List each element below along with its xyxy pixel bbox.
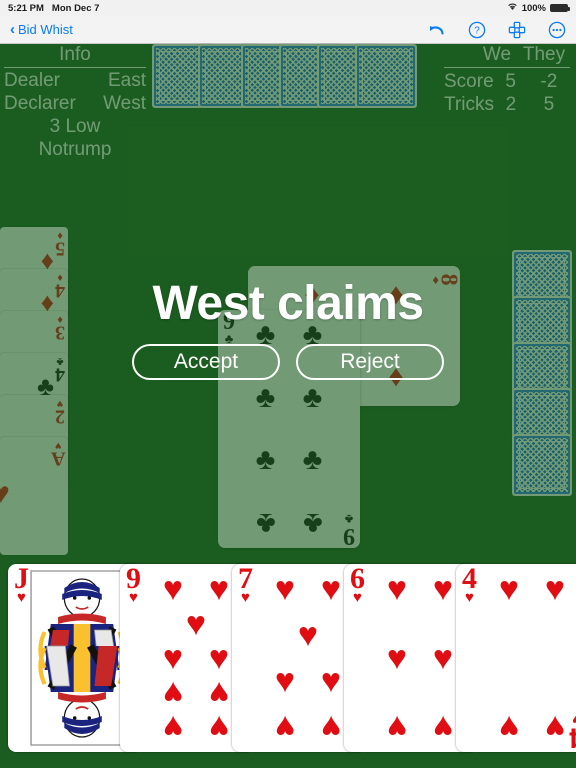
jack-figure xyxy=(30,570,134,746)
score-col-they: They xyxy=(522,44,566,65)
card-suit: ♥ xyxy=(17,589,26,607)
player-card[interactable]: 4 ♥ 4 ♥ ♥♥ ♥♥ xyxy=(456,564,576,752)
info-panel-title: Info xyxy=(59,44,91,65)
card-rank: 5 xyxy=(55,237,65,260)
card-rank: 4 xyxy=(462,564,477,595)
score-header-spacer xyxy=(422,44,476,66)
card-suit: ♥ xyxy=(465,589,474,607)
west-card: A ♥ ♥ xyxy=(0,437,68,555)
card-rank: 2 xyxy=(55,405,65,428)
card-suit: ♦ xyxy=(57,229,63,241)
card-corner: 9 ♥ xyxy=(126,564,141,607)
score-col-we: We xyxy=(482,44,512,65)
status-date: Mon Dec 7 xyxy=(51,2,100,14)
info-row-dealer: Dealer East xyxy=(0,69,150,92)
accept-button[interactable]: Accept xyxy=(132,344,280,380)
score-panel: We They Score 5 -2 Tricks 2 5 xyxy=(422,44,570,116)
card-back xyxy=(512,434,572,496)
tricks-we-value: 2 xyxy=(505,94,517,115)
score-we-value: 5 xyxy=(505,71,516,92)
back-button-label: Bid Whist xyxy=(18,22,73,37)
bid-whist-app: 5:21 PM Mon Dec 7 100% ‹ Bid Whist ? Inf… xyxy=(0,0,576,768)
card-corner: A ♥ xyxy=(50,439,65,470)
ios-status-bar: 5:21 PM Mon Dec 7 100% xyxy=(0,0,576,16)
wifi-icon xyxy=(507,2,518,14)
card-rank: 6 xyxy=(350,564,365,595)
claim-dialog-buttons: Accept Reject xyxy=(132,344,444,380)
status-right-cluster: 100% xyxy=(507,2,570,14)
contract-line-2: Notrump xyxy=(38,139,112,160)
card-corner: 6 ♥ xyxy=(350,564,365,607)
card-pips: ♥ ♥ ♥ ♥ xyxy=(498,570,566,746)
score-row-score: Score 5 -2 xyxy=(422,70,570,93)
reject-button[interactable]: Reject xyxy=(296,344,444,380)
dealer-value: East xyxy=(107,70,146,91)
score-row-label: Score xyxy=(444,71,494,92)
declarer-label: Declarer xyxy=(4,93,76,114)
back-button[interactable]: ‹ Bid Whist xyxy=(10,22,73,37)
game-table: Info Dealer East Declarer West 3 Low Not… xyxy=(0,44,576,768)
declarer-value: West xyxy=(103,93,146,114)
card-corner: 4 ♥ xyxy=(462,564,477,607)
contract-line-1: 3 Low xyxy=(49,116,101,137)
claim-dialog-title: West claims xyxy=(152,277,424,330)
info-row-declarer: Declarer West xyxy=(0,92,150,115)
card-suit: ♥ xyxy=(353,589,362,607)
score-row-tricks: Tricks 2 5 xyxy=(422,93,570,116)
card-corner: 2 ♥ xyxy=(55,397,65,428)
info-panel-divider xyxy=(4,67,146,68)
status-time: 5:21 PM xyxy=(8,2,44,14)
card-pips: ♥ ♥ ♥ ♥ ♥ ♥ ♥ xyxy=(274,570,342,746)
card-back xyxy=(355,44,417,108)
score-they-value: -2 xyxy=(540,71,558,92)
battery-icon xyxy=(550,4,570,12)
layout-icon[interactable] xyxy=(508,21,526,39)
card-suit: ♥ xyxy=(129,589,138,607)
card-corner: 7 ♥ xyxy=(238,564,253,607)
card-rank: J xyxy=(14,564,29,595)
chevron-left-icon: ‹ xyxy=(10,21,15,38)
info-panel: Info Dealer East Declarer West 3 Low Not… xyxy=(0,44,150,161)
undo-icon[interactable] xyxy=(426,22,446,38)
score-panel-divider xyxy=(444,67,570,68)
score-header-row: We They xyxy=(422,44,570,66)
card-pips: ♥ ♥ ♥ ♥ ♥ ♥ xyxy=(386,570,454,746)
help-icon[interactable]: ? xyxy=(468,21,486,39)
tricks-they-value: 5 xyxy=(543,94,555,115)
dealer-label: Dealer xyxy=(4,70,60,91)
tricks-row-label: Tricks xyxy=(444,94,494,115)
card-suit: ♥ xyxy=(56,397,64,409)
card-rank: 7 xyxy=(238,564,253,595)
card-center-pip: ♥ xyxy=(0,477,10,510)
card-suit: ♥ xyxy=(241,589,250,607)
svg-text:?: ? xyxy=(474,25,480,36)
claim-dialog: West claims Accept Reject xyxy=(0,274,576,380)
navigation-bar: ‹ Bid Whist ? xyxy=(0,16,576,44)
north-hand xyxy=(152,44,428,112)
card-rank: A xyxy=(50,447,65,470)
card-corner: 5 ♦ xyxy=(55,229,65,260)
card-suit: ♥ xyxy=(54,439,62,451)
battery-percent: 100% xyxy=(521,2,546,14)
card-rank: 9 xyxy=(126,564,141,595)
south-hand: J ♥ J ♥ ♥ ♥ xyxy=(8,564,576,752)
navbar-icon-group: ? xyxy=(426,21,566,39)
more-icon[interactable] xyxy=(548,21,566,39)
card-corner: J ♥ xyxy=(14,564,29,607)
card-pips: ♥ ♥ ♥ ♥ ♥ ♥ ♥ ♥ ♥ xyxy=(162,570,230,746)
